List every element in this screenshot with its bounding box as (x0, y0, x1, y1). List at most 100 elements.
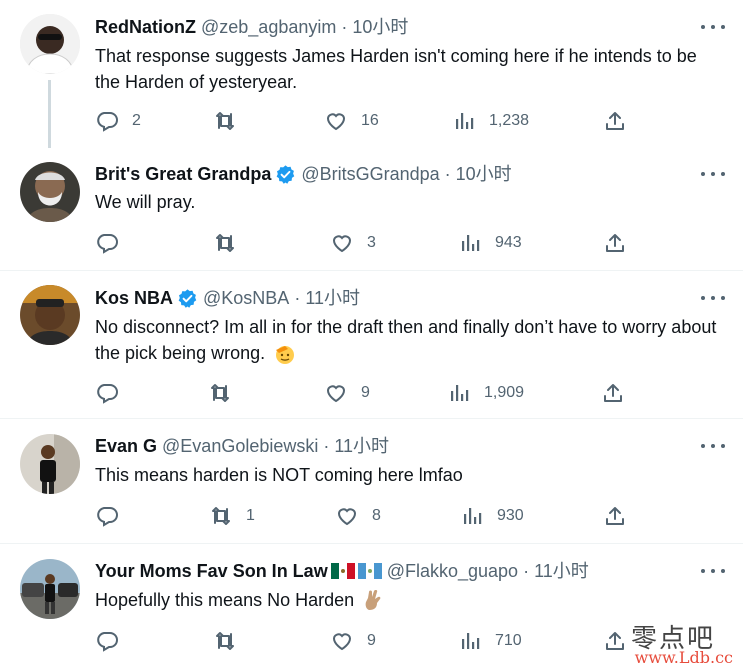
author-name[interactable]: Brit's Great Grandpa (95, 162, 271, 186)
views-icon (458, 629, 482, 653)
separator-dot: · (294, 288, 301, 308)
tweet-text: That response suggests James Harden isn'… (95, 46, 697, 92)
views-button[interactable]: 930 (460, 503, 524, 529)
views-icon (458, 231, 482, 255)
reply-icon (95, 109, 119, 133)
retweet-button[interactable] (208, 380, 245, 406)
action-bar: 2 16 1,238 (95, 108, 625, 134)
reply-icon (95, 629, 119, 653)
share-icon (601, 381, 625, 405)
author-handle[interactable]: @EvanGolebiewski (162, 434, 318, 458)
like-icon (324, 381, 348, 405)
author-handle[interactable]: @zeb_agbanyim (201, 15, 336, 39)
views-count: 1,238 (489, 112, 530, 129)
retweet-button[interactable]: 1 (209, 503, 255, 529)
like-count: 9 (361, 384, 370, 401)
timestamp[interactable]: 11小时 (334, 434, 389, 458)
share-icon (603, 629, 627, 653)
like-button[interactable]: 8 (335, 503, 381, 529)
avatar[interactable] (20, 285, 80, 345)
like-button[interactable]: 16 (324, 108, 379, 134)
separator-dot: · (523, 561, 530, 581)
verified-badge-icon (177, 288, 198, 309)
action-bar: 3 943 (95, 230, 625, 256)
author-name[interactable]: Kos NBA (95, 286, 173, 310)
reply-button[interactable] (95, 380, 132, 406)
author-name[interactable]: RedNationZ (95, 15, 196, 39)
views-button[interactable]: 710 (458, 628, 522, 654)
reply-icon (95, 381, 119, 405)
separator-dot: · (341, 17, 348, 37)
separator-dot: · (444, 164, 451, 184)
more-icon[interactable] (701, 288, 725, 308)
like-button[interactable]: 9 (324, 380, 370, 406)
author-handle[interactable]: @Flakko_guapo (387, 559, 518, 583)
like-button[interactable]: 9 (330, 628, 376, 654)
retweet-icon (213, 629, 237, 653)
tweet[interactable]: RedNationZ @zeb_agbanyim · 10小时 That res… (0, 0, 743, 148)
retweet-icon (213, 109, 237, 133)
tweet-text: Hopefully this means No Harden (95, 590, 355, 610)
more-icon[interactable] (701, 436, 725, 456)
avatar[interactable] (20, 559, 80, 619)
author-name[interactable]: Your Moms Fav Son In Law (95, 559, 328, 583)
retweet-icon (208, 381, 232, 405)
reply-icon (95, 504, 119, 528)
like-icon (330, 629, 354, 653)
timestamp[interactable]: 10小时 (456, 162, 512, 186)
avatar[interactable] (20, 14, 80, 74)
views-icon (452, 109, 476, 133)
action-bar: 9 710 (95, 628, 625, 654)
timestamp[interactable]: 10小时 (352, 15, 408, 39)
like-count: 16 (361, 112, 379, 129)
like-count: 9 (367, 632, 376, 649)
retweet-button[interactable] (213, 230, 250, 256)
retweet-count: 1 (246, 507, 255, 524)
timestamp[interactable]: 11小时 (534, 559, 589, 583)
share-button[interactable] (603, 628, 627, 654)
reply-button[interactable] (95, 628, 132, 654)
action-bar: 9 1,909 (95, 380, 625, 406)
author-handle[interactable]: @BritsGGrandpa (301, 162, 439, 186)
more-icon[interactable] (701, 164, 725, 184)
retweet-button[interactable] (213, 108, 250, 134)
reply-button[interactable] (95, 503, 132, 529)
tweet[interactable]: Evan G @EvanGolebiewski · 11小时 This mean… (0, 419, 743, 544)
reply-button[interactable] (95, 230, 132, 256)
share-icon (603, 109, 627, 133)
avatar[interactable] (20, 434, 80, 494)
tweet-text: We will pray. (95, 192, 196, 212)
reply-count: 2 (132, 112, 141, 129)
tweet[interactable]: Kos NBA @KosNBA · 11小时 No disconnect? Im… (0, 271, 743, 419)
views-button[interactable]: 1,238 (452, 108, 529, 134)
mexico-flag-icon (330, 563, 355, 579)
like-icon (330, 231, 354, 255)
views-count: 930 (497, 507, 524, 524)
views-count: 943 (495, 234, 522, 251)
views-button[interactable]: 1,909 (447, 380, 524, 406)
views-count: 1,909 (484, 384, 525, 401)
tweet[interactable]: Brit's Great Grandpa @BritsGGrandpa · 10… (0, 148, 743, 271)
views-button[interactable]: 943 (458, 230, 522, 256)
avatar[interactable] (20, 162, 80, 222)
share-button[interactable] (601, 380, 625, 406)
author-name[interactable]: Evan G (95, 434, 157, 458)
more-icon[interactable] (701, 17, 725, 37)
reply-button[interactable]: 2 (95, 108, 141, 134)
author-handle[interactable]: @KosNBA (203, 286, 289, 310)
crossed-fingers-emoji-icon (365, 590, 381, 611)
like-count: 3 (367, 234, 376, 251)
timestamp[interactable]: 11小时 (305, 286, 360, 310)
tweet-text: No disconnect? Im all in for the draft t… (95, 317, 717, 363)
tweet-text-container: Hopefully this means No Harden (95, 587, 725, 613)
retweet-button[interactable] (213, 628, 250, 654)
like-button[interactable]: 3 (330, 230, 376, 256)
like-icon (324, 109, 348, 133)
more-icon[interactable] (701, 561, 725, 581)
tweet-text-container: No disconnect? Im all in for the draft t… (95, 314, 725, 366)
share-button[interactable] (603, 503, 627, 529)
views-icon (460, 504, 484, 528)
retweet-icon (209, 504, 233, 528)
share-button[interactable] (603, 230, 627, 256)
share-button[interactable] (603, 108, 627, 134)
